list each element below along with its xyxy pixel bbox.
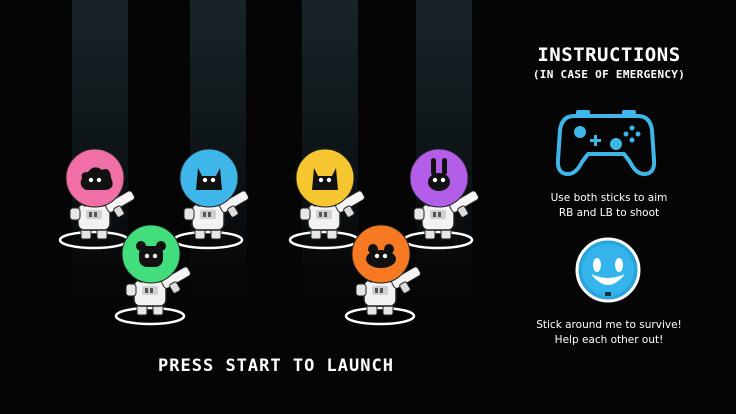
controls-hint: Use both sticks to aim RB and LB to shoo… [504, 191, 714, 221]
survival-tip: Stick around me to survive! Help each ot… [504, 318, 714, 348]
press-start-prompt: PRESS START TO LAUNCH [158, 356, 394, 376]
smiley-robot-icon [574, 236, 642, 308]
controls-hint-line2: RB and LB to shoot [558, 207, 660, 219]
player-green [112, 222, 196, 326]
player-orange [342, 222, 426, 326]
instructions-title: INSTRUCTIONS [537, 44, 681, 66]
survival-tip-line1: Stick around me to survive! [536, 319, 682, 331]
gamepad-icon [555, 108, 657, 184]
controls-hint-line1: Use both sticks to aim [550, 192, 668, 204]
instructions-subtitle: (IN CASE OF EMERGENCY) [532, 68, 686, 81]
survival-tip-line2: Help each other out! [554, 334, 664, 346]
